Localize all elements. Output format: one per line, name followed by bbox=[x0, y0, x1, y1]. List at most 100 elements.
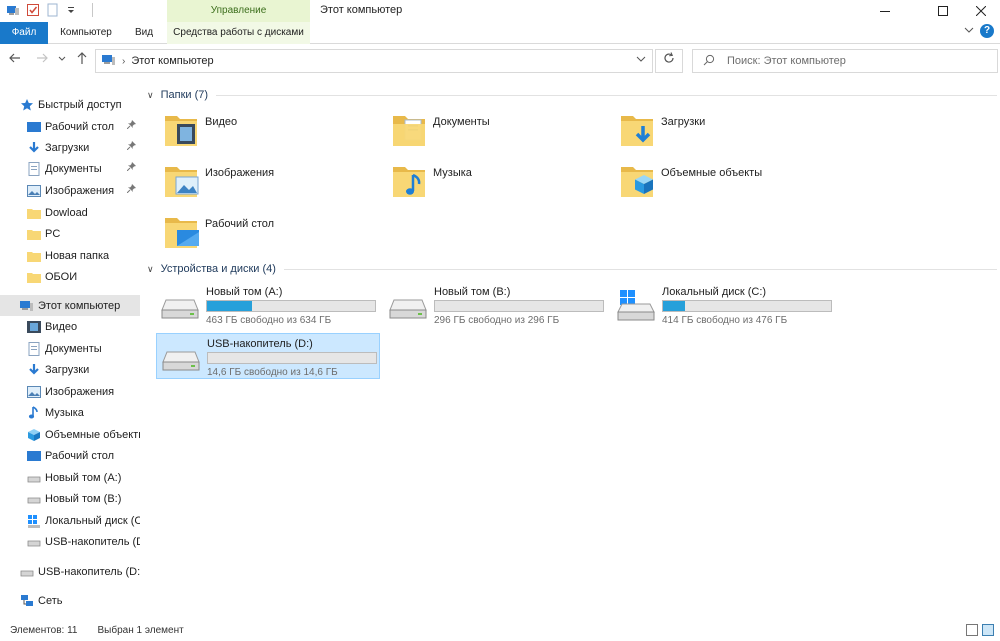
sidebar-item-pc-folder[interactable]: PC bbox=[0, 223, 140, 244]
drive-c[interactable]: Локальный диск (C:) 414 ГБ свободно из 4… bbox=[612, 282, 836, 328]
folder-downloads[interactable]: Загрузки bbox=[619, 110, 839, 156]
sidebar-item-pictures[interactable]: Изображения bbox=[0, 180, 140, 201]
collapse-chevron-icon[interactable]: ∨ bbox=[147, 90, 154, 101]
status-bar: Элементов: 11 Выбран 1 элемент bbox=[0, 620, 1000, 641]
search-icon bbox=[703, 54, 715, 69]
sidebar-item-network[interactable]: Сеть bbox=[0, 590, 140, 611]
folder-label: Изображения bbox=[205, 167, 275, 179]
sidebar-item-downloads[interactable]: Загрузки bbox=[0, 137, 140, 158]
sidebar-item-this-pc[interactable]: Этот компьютер bbox=[0, 295, 140, 316]
sidebar-item-usb-root[interactable]: USB-накопитель (D:) bbox=[0, 561, 140, 582]
explorer-app-icon[interactable] bbox=[6, 3, 20, 17]
sidebar-item-drive-a[interactable]: Новый том (A:) bbox=[0, 467, 140, 488]
folders-group-header[interactable]: ∨ Папки (7) bbox=[147, 87, 997, 103]
address-dropdown-icon[interactable] bbox=[636, 54, 646, 67]
film-icon bbox=[27, 320, 41, 334]
forward-button[interactable] bbox=[33, 51, 51, 71]
sidebar-item-label: Изображения bbox=[45, 184, 115, 197]
sidebar-item-drive-c[interactable]: Локальный диск (C:) bbox=[0, 510, 140, 531]
navigation-bar: › Этот компьютер bbox=[0, 46, 1000, 76]
computer-icon bbox=[102, 54, 116, 69]
customize-toolbar-icon[interactable] bbox=[66, 3, 80, 17]
drive-free-space: 414 ГБ свободно из 476 ГБ bbox=[662, 315, 788, 326]
folder-desktop[interactable]: Рабочий стол bbox=[163, 212, 383, 258]
recent-locations-icon[interactable] bbox=[56, 51, 68, 71]
drive-name: Локальный диск (C:) bbox=[662, 286, 767, 298]
sidebar-item-pictures-pc[interactable]: Изображения bbox=[0, 381, 140, 402]
sidebar-item-documents[interactable]: Документы bbox=[0, 158, 140, 179]
sidebar-item-dowload[interactable]: Dowload bbox=[0, 202, 140, 223]
window-title: Этот компьютер bbox=[320, 4, 403, 16]
drive-usage-fill bbox=[663, 301, 685, 311]
group-divider bbox=[283, 268, 997, 270]
tab-computer[interactable]: Компьютер bbox=[50, 22, 122, 44]
pin-icon[interactable] bbox=[126, 141, 136, 152]
folder-3d-objects[interactable]: Объемные объекты bbox=[619, 161, 839, 207]
folder-pictures[interactable]: Изображения bbox=[163, 161, 383, 207]
search-input[interactable] bbox=[727, 55, 977, 67]
desktop-folder-icon bbox=[163, 212, 203, 252]
drive-usb-d[interactable]: USB-накопитель (D:) 14,6 ГБ свободно из … bbox=[156, 333, 380, 379]
properties-icon[interactable] bbox=[26, 3, 40, 17]
address-bar[interactable]: › Этот компьютер bbox=[95, 49, 653, 73]
breadcrumb[interactable]: Этот компьютер bbox=[131, 55, 213, 67]
expand-ribbon-icon[interactable] bbox=[964, 25, 974, 38]
drives-group-header[interactable]: ∨ Устройства и диски (4) bbox=[147, 261, 997, 277]
sidebar-item-videos[interactable]: Видео bbox=[0, 316, 140, 337]
sidebar-item-label: ОБОИ bbox=[45, 270, 78, 283]
new-folder-icon[interactable] bbox=[46, 3, 60, 17]
drive-b[interactable]: Новый том (B:) 296 ГБ свободно из 296 ГБ bbox=[384, 282, 608, 328]
close-button[interactable] bbox=[962, 0, 1000, 22]
folder-label: Музыка bbox=[433, 167, 472, 179]
sidebar-item-label: Документы bbox=[45, 342, 102, 355]
document-icon bbox=[27, 161, 41, 176]
download-arrow-icon bbox=[27, 363, 41, 377]
folder-icon bbox=[27, 270, 41, 284]
large-icons-view-icon[interactable] bbox=[982, 624, 994, 636]
folder-documents[interactable]: Документы bbox=[391, 110, 611, 156]
sidebar-item-quick-access[interactable]: Быстрый доступ bbox=[0, 94, 140, 115]
sidebar-item-usb-d[interactable]: USB-накопитель (D:) bbox=[0, 531, 140, 552]
group-divider bbox=[216, 94, 997, 96]
maximize-button[interactable] bbox=[920, 0, 966, 22]
help-icon[interactable]: ? bbox=[980, 24, 994, 38]
sidebar-item-documents-pc[interactable]: Документы bbox=[0, 338, 140, 359]
folder-videos[interactable]: Видео bbox=[163, 110, 383, 156]
pin-icon[interactable] bbox=[126, 162, 136, 173]
sidebar-item-wallpapers[interactable]: ОБОИ bbox=[0, 266, 140, 287]
sidebar-item-music[interactable]: Музыка bbox=[0, 402, 140, 423]
desktop-icon bbox=[27, 449, 41, 463]
details-view-icon[interactable] bbox=[966, 624, 978, 636]
computer-icon bbox=[20, 299, 34, 313]
drive-free-space: 463 ГБ свободно из 634 ГБ bbox=[206, 315, 332, 326]
drive-icon bbox=[27, 471, 41, 485]
sidebar-item-desktop[interactable]: Рабочий стол bbox=[0, 116, 140, 137]
tab-view[interactable]: Вид bbox=[124, 22, 164, 44]
collapse-chevron-icon[interactable]: ∨ bbox=[147, 264, 154, 275]
refresh-button[interactable] bbox=[655, 49, 683, 73]
breadcrumb-chevron-icon[interactable]: › bbox=[122, 56, 125, 67]
sidebar-item-3d-objects[interactable]: Объемные объекты bbox=[0, 424, 140, 445]
folder-icon bbox=[27, 227, 41, 241]
pin-icon[interactable] bbox=[126, 120, 136, 131]
sidebar-item-downloads-pc[interactable]: Загрузки bbox=[0, 359, 140, 380]
sidebar-item-desktop-pc[interactable]: Рабочий стол bbox=[0, 445, 140, 466]
drives-group-title: Устройства и диски (4) bbox=[160, 263, 276, 275]
minimize-button[interactable] bbox=[862, 0, 908, 22]
tab-file[interactable]: Файл bbox=[0, 22, 48, 44]
sidebar-item-label: Музыка bbox=[45, 406, 84, 419]
sidebar-item-label: Новый том (B:) bbox=[45, 492, 122, 505]
sidebar-item-new-folder[interactable]: Новая папка bbox=[0, 245, 140, 266]
pin-icon[interactable] bbox=[126, 184, 136, 195]
drive-usage-bar bbox=[207, 352, 377, 364]
sidebar-item-drive-b[interactable]: Новый том (B:) bbox=[0, 488, 140, 509]
search-box[interactable] bbox=[692, 49, 998, 73]
network-icon bbox=[20, 594, 34, 608]
drive-a[interactable]: Новый том (A:) 463 ГБ свободно из 634 ГБ bbox=[156, 282, 380, 328]
back-button[interactable] bbox=[6, 51, 24, 71]
up-button[interactable] bbox=[73, 51, 91, 71]
folder-music[interactable]: Музыка bbox=[391, 161, 611, 207]
folder-label: Загрузки bbox=[661, 116, 706, 128]
tab-drive-tools[interactable]: Средства работы с дисками bbox=[167, 22, 310, 44]
folders-group-title: Папки (7) bbox=[160, 89, 209, 101]
